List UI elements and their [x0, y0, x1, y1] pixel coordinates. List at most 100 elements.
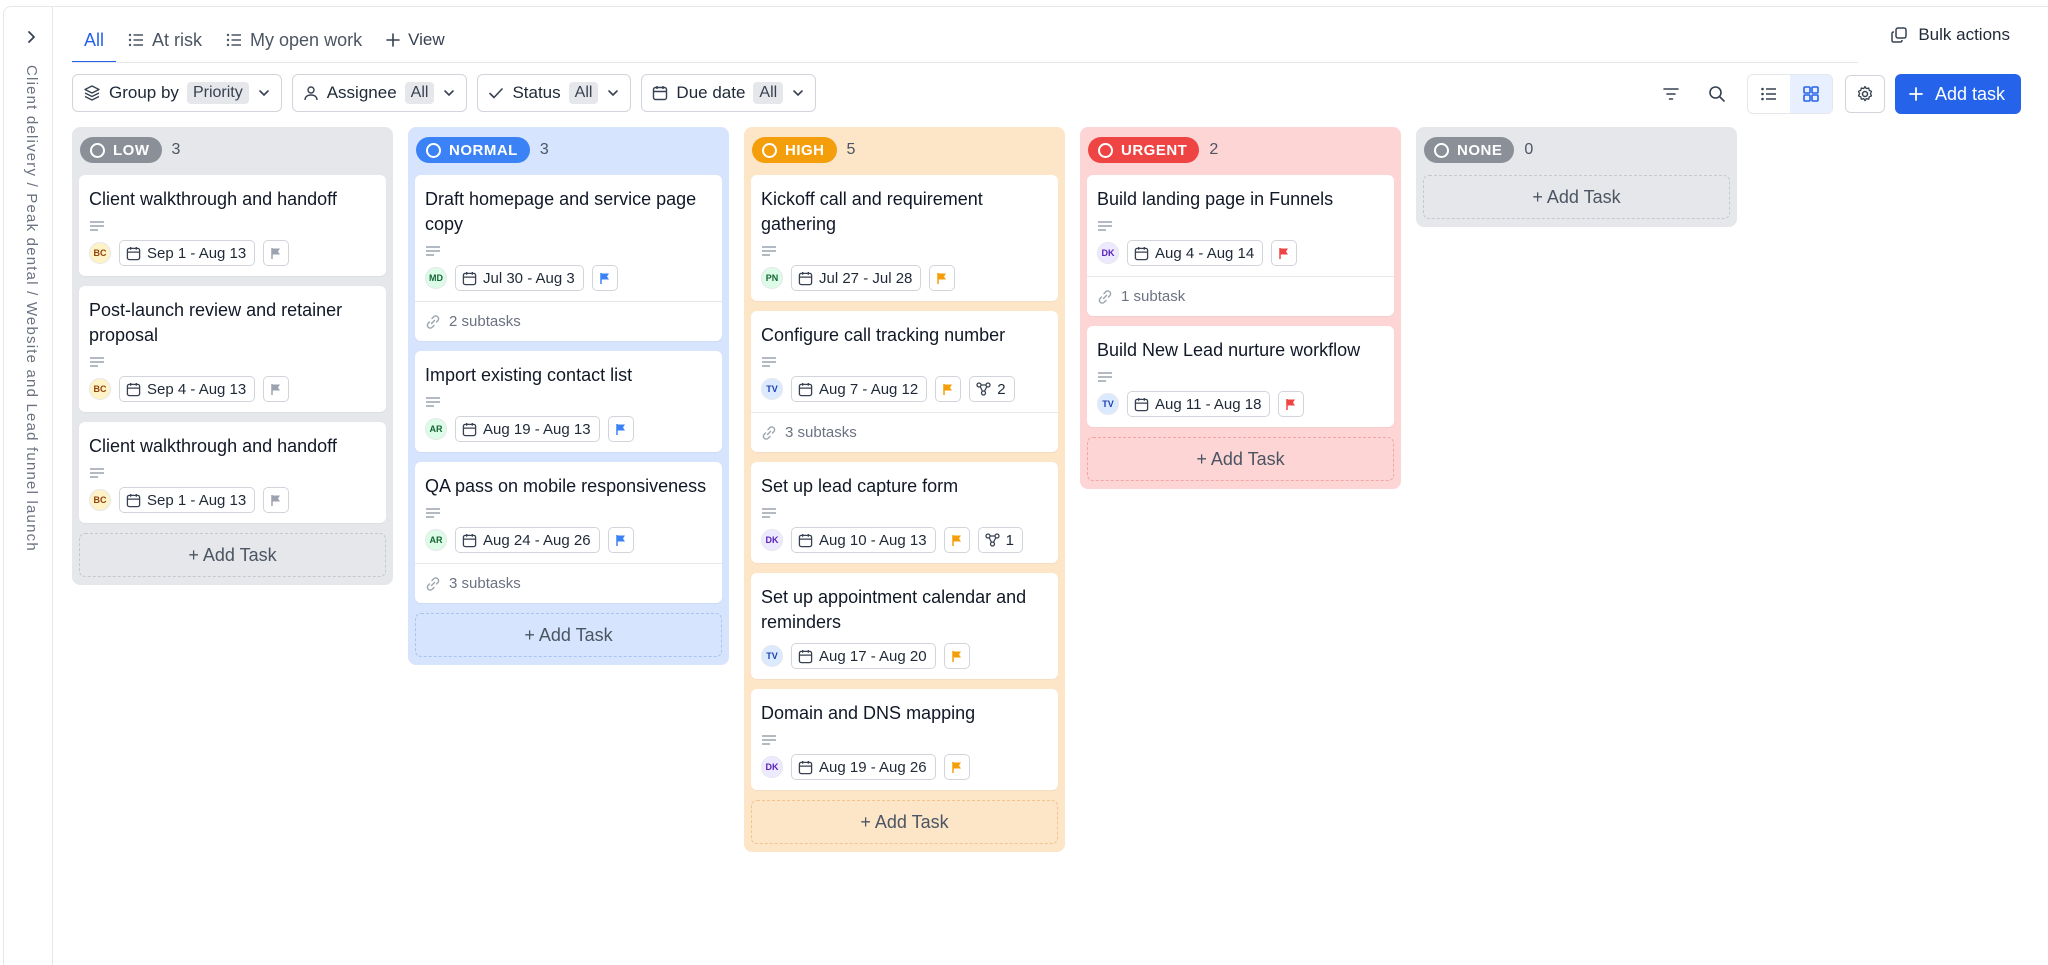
task-card[interactable]: Post-launch review and retainer proposal…: [79, 286, 386, 412]
filter-label: Status: [512, 83, 561, 102]
add-task-button[interactable]: Add task: [1894, 74, 2021, 114]
add-task-column-button[interactable]: + Add Task: [79, 533, 386, 577]
priority-flag[interactable]: [1278, 391, 1305, 417]
priority-flag[interactable]: [943, 527, 970, 553]
status-ring-icon: [1098, 142, 1113, 158]
calendar-icon: [798, 382, 813, 396]
add-task-column-button[interactable]: + Add Task: [1423, 175, 1730, 219]
due-date-filter[interactable]: Due date All: [641, 74, 817, 112]
settings-button[interactable]: [1844, 75, 1885, 113]
date-chip[interactable]: Aug 11 - Aug 18: [1127, 391, 1271, 417]
board-view-button[interactable]: [1789, 75, 1832, 113]
priority-flag[interactable]: [263, 376, 290, 402]
subtasks-link[interactable]: 3 subtasks: [751, 412, 1058, 452]
dependencies-chip[interactable]: 2: [969, 376, 1015, 402]
expand-sidebar-button[interactable]: [21, 27, 41, 47]
sort-button[interactable]: [1651, 75, 1691, 113]
task-card[interactable]: Set up lead capture form DK Aug 10 - Aug…: [751, 462, 1058, 563]
tab-at-risk[interactable]: At risk: [116, 19, 214, 63]
avatar[interactable]: DK: [1097, 242, 1119, 264]
avatar[interactable]: AR: [425, 418, 447, 440]
priority-flag[interactable]: [943, 643, 970, 669]
task-title: Set up lead capture form: [761, 476, 959, 496]
task-card[interactable]: Configure call tracking number TV Aug 7 …: [751, 311, 1058, 452]
task-card[interactable]: Draft homepage and service page copy MD …: [415, 175, 722, 341]
avatar[interactable]: TV: [761, 645, 783, 667]
task-card[interactable]: Build landing page in Funnels DK Aug 4 -…: [1087, 175, 1394, 316]
check-icon: [489, 88, 504, 99]
task-card[interactable]: Client walkthrough and handoff BC Sep 1 …: [79, 175, 386, 276]
priority-flag[interactable]: [1271, 240, 1298, 266]
subtasks-link[interactable]: 2 subtasks: [415, 301, 722, 341]
description-icon: [761, 505, 1048, 521]
task-card[interactable]: QA pass on mobile responsiveness AR Aug …: [415, 462, 722, 603]
avatar[interactable]: DK: [761, 529, 783, 551]
layers-icon: [84, 85, 100, 101]
task-card[interactable]: Domain and DNS mapping DK Aug 19 - Aug 2…: [751, 689, 1058, 790]
tab-my-open-work[interactable]: My open work: [214, 19, 374, 63]
assignee-filter[interactable]: Assignee All: [291, 74, 468, 112]
task-card[interactable]: Client walkthrough and handoff BC Sep 1 …: [79, 422, 386, 523]
search-button[interactable]: [1697, 75, 1737, 113]
avatar[interactable]: BC: [89, 242, 111, 264]
priority-flag[interactable]: [607, 527, 634, 553]
subtask-count: 3 subtasks: [785, 424, 857, 441]
tab-all[interactable]: All: [72, 19, 117, 63]
priority-flag[interactable]: [607, 416, 634, 442]
avatar[interactable]: BC: [89, 378, 111, 400]
date-chip[interactable]: Aug 19 - Aug 13: [455, 416, 600, 442]
breadcrumb[interactable]: Client delivery / Peak dental / Website …: [23, 65, 40, 552]
add-view-button[interactable]: View: [374, 19, 457, 63]
date-chip[interactable]: Aug 19 - Aug 26: [791, 754, 936, 780]
priority-flag[interactable]: [591, 265, 618, 291]
priority-flag[interactable]: [263, 487, 290, 513]
status-filter[interactable]: Status All: [477, 74, 632, 112]
priority-flag[interactable]: [943, 754, 970, 780]
avatar[interactable]: DK: [761, 756, 783, 778]
priority-flag[interactable]: [929, 265, 956, 291]
list-icon: [1761, 87, 1776, 101]
date-chip[interactable]: Jul 30 - Aug 3: [455, 265, 584, 291]
avatar[interactable]: BC: [89, 489, 111, 511]
task-card[interactable]: Set up appointment calendar and reminder…: [751, 573, 1058, 679]
avatar[interactable]: TV: [761, 378, 783, 400]
task-card[interactable]: Kickoff call and requirement gathering P…: [751, 175, 1058, 301]
date-chip[interactable]: Jul 27 - Jul 28: [791, 265, 922, 291]
avatar[interactable]: MD: [425, 267, 447, 289]
date-chip[interactable]: Aug 24 - Aug 26: [455, 527, 600, 553]
avatar[interactable]: AR: [425, 529, 447, 551]
list-view-button[interactable]: [1748, 75, 1790, 113]
flag-icon: [615, 423, 625, 435]
filter-value: All: [753, 82, 784, 104]
column-header: URGENT 2: [1088, 137, 1394, 163]
filter-value: Priority: [186, 82, 249, 104]
date-chip[interactable]: Sep 1 - Aug 13: [119, 487, 256, 513]
flag-icon: [615, 534, 625, 546]
date-chip[interactable]: Aug 17 - Aug 20: [791, 643, 936, 669]
badge-label: LOW: [113, 141, 150, 159]
date-chip[interactable]: Aug 7 - Aug 12: [791, 376, 928, 402]
column-header: LOW 3: [80, 137, 386, 163]
date-chip[interactable]: Sep 1 - Aug 13: [119, 240, 256, 266]
badge-label: URGENT: [1121, 141, 1188, 159]
avatar[interactable]: PN: [761, 267, 783, 289]
add-task-column-button[interactable]: + Add Task: [751, 800, 1058, 844]
priority-flag[interactable]: [263, 240, 290, 266]
subtasks-link[interactable]: 1 subtask: [1087, 276, 1394, 316]
group-by-filter[interactable]: Group by Priority: [72, 74, 282, 112]
chevron-right-icon: [28, 31, 35, 43]
date-chip[interactable]: Aug 4 - Aug 14: [1127, 240, 1264, 266]
left-rail: Client delivery / Peak dental / Website …: [3, 6, 53, 965]
task-card[interactable]: Import existing contact list AR Aug 19 -…: [415, 351, 722, 452]
task-card[interactable]: Build New Lead nurture workflow TV Aug 1…: [1087, 326, 1394, 427]
avatar[interactable]: TV: [1097, 393, 1119, 415]
add-task-column-button[interactable]: + Add Task: [415, 613, 722, 657]
bulk-actions-button[interactable]: Bulk actions: [1890, 25, 2010, 45]
date-chip[interactable]: Sep 4 - Aug 13: [119, 376, 256, 402]
priority-flag[interactable]: [935, 376, 962, 402]
date-chip[interactable]: Aug 10 - Aug 13: [791, 527, 936, 553]
dependencies-chip[interactable]: 1: [977, 527, 1023, 553]
tab-label: At risk: [152, 29, 203, 50]
add-task-column-button[interactable]: + Add Task: [1087, 437, 1394, 481]
subtasks-link[interactable]: 3 subtasks: [415, 563, 722, 603]
